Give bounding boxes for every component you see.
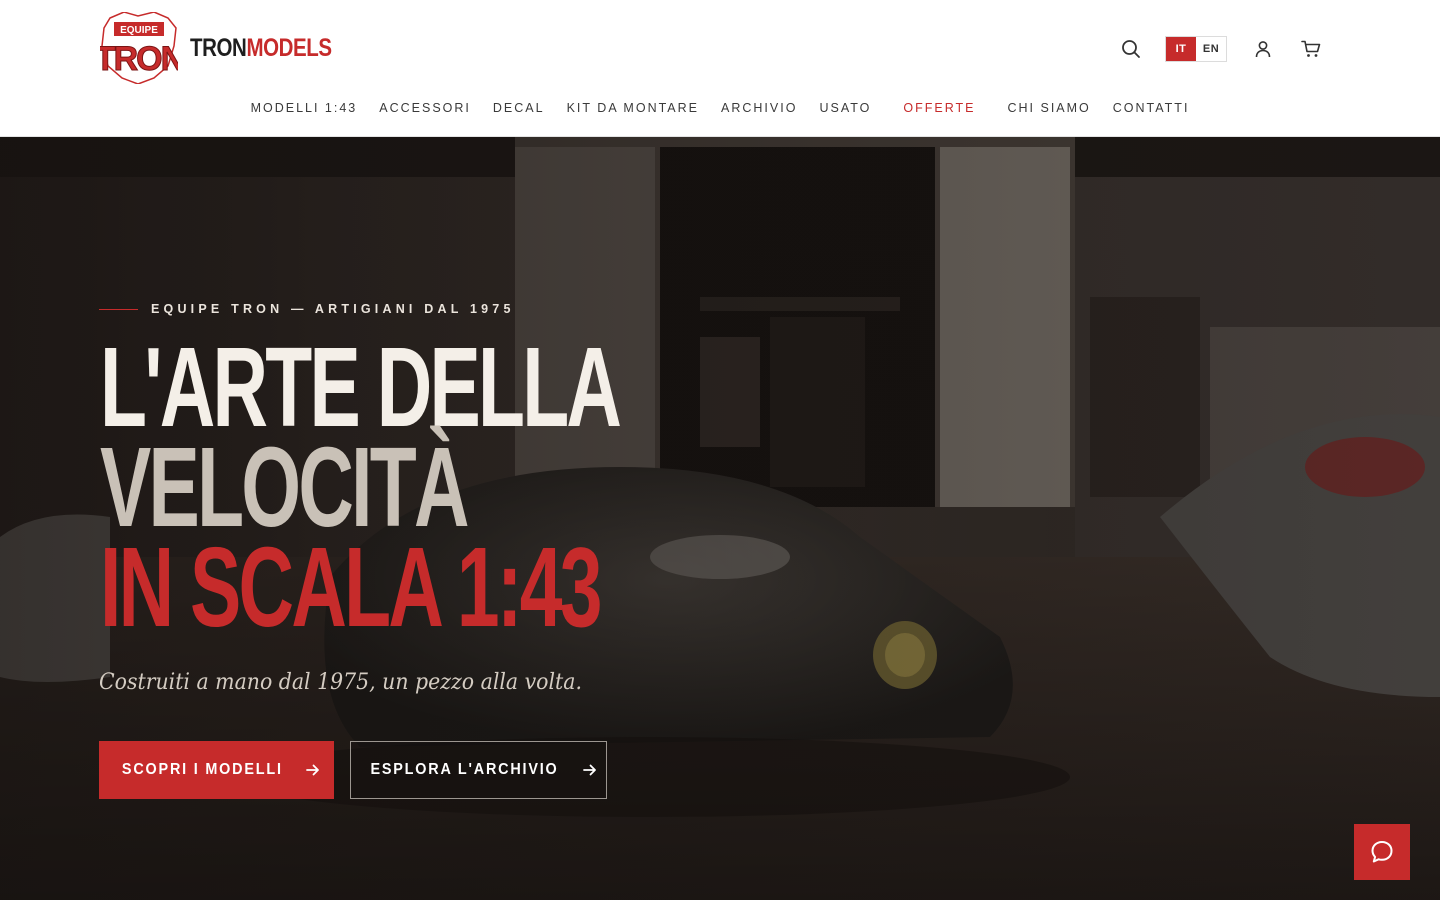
arrow-right-icon (583, 764, 597, 776)
nav-item-modelli[interactable]: MODELLI 1:43 (251, 101, 358, 115)
chat-bubble-icon (1371, 841, 1393, 863)
eyebrow-accent-line (99, 308, 138, 310)
arrow-right-icon (305, 764, 320, 776)
nav-item-accessori[interactable]: ACCESSORI (379, 101, 471, 115)
nav-item-offerte[interactable]: OFFERTE (903, 101, 975, 115)
nav-item-decal[interactable]: DECAL (493, 101, 545, 115)
wordmark-part2: MODELS (246, 34, 332, 62)
lang-en-button[interactable]: EN (1196, 37, 1226, 61)
brand-wordmark[interactable]: TRONMODELS (190, 34, 332, 63)
equipe-tron-logo-icon[interactable]: EQUIPE TRON (100, 12, 178, 84)
explore-archive-button[interactable]: ESPLORA L'ARCHIVIO (350, 741, 607, 799)
hero-eyebrow: EQUIPE TRON — ARTIGIANI DAL 1975 (99, 302, 515, 316)
discover-models-label: SCOPRI I MODELLI (122, 761, 283, 778)
headline-line-3: IN SCALA 1:43 (100, 524, 603, 650)
user-icon (1255, 41, 1271, 58)
nav-item-usato[interactable]: USATO (819, 101, 871, 115)
eyebrow-text: EQUIPE TRON — ARTIGIANI DAL 1975 (151, 302, 515, 316)
headline-line-2: VELOCITÀ (100, 424, 469, 550)
nav-item-chi-siamo[interactable]: CHI SIAMO (1007, 101, 1090, 115)
main-nav: MODELLI 1:43 ACCESSORI DECAL KIT DA MONT… (0, 101, 1440, 115)
wordmark-part1: TRON (190, 34, 247, 62)
logo-mark-main: TRON (100, 40, 178, 78)
chat-button[interactable] (1354, 824, 1410, 880)
language-switcher: IT EN (1165, 36, 1227, 62)
header-tools: IT EN (1117, 35, 1325, 63)
cart-button[interactable] (1297, 35, 1325, 63)
headline-line-1: L'ARTE DELLA (100, 324, 622, 450)
hero-headline: L'ARTE DELLA VELOCITÀ IN SCALA 1:43 (100, 324, 864, 650)
lang-it-button[interactable]: IT (1166, 37, 1196, 61)
hero-tagline: Costruiti a mano dal 1975, un pezzo alla… (99, 670, 582, 695)
explore-archive-label: ESPLORA L'ARCHIVIO (370, 761, 559, 778)
nav-item-kit[interactable]: KIT DA MONTARE (567, 101, 699, 115)
discover-models-button[interactable]: SCOPRI I MODELLI (99, 741, 334, 799)
nav-item-archivio[interactable]: ARCHIVIO (721, 101, 797, 115)
logo-mark-top: EQUIPE (120, 25, 158, 36)
hero-section: EQUIPE TRON — ARTIGIANI DAL 1975 L'ARTE … (0, 137, 1440, 900)
site-header: EQUIPE TRON TRONMODELS IT EN MODELLI 1:4… (0, 0, 1440, 137)
account-button[interactable] (1249, 35, 1277, 63)
nav-item-contatti[interactable]: CONTATTI (1113, 101, 1190, 115)
search-button[interactable] (1117, 35, 1145, 63)
cart-icon (1301, 40, 1321, 57)
search-icon (1122, 40, 1140, 58)
